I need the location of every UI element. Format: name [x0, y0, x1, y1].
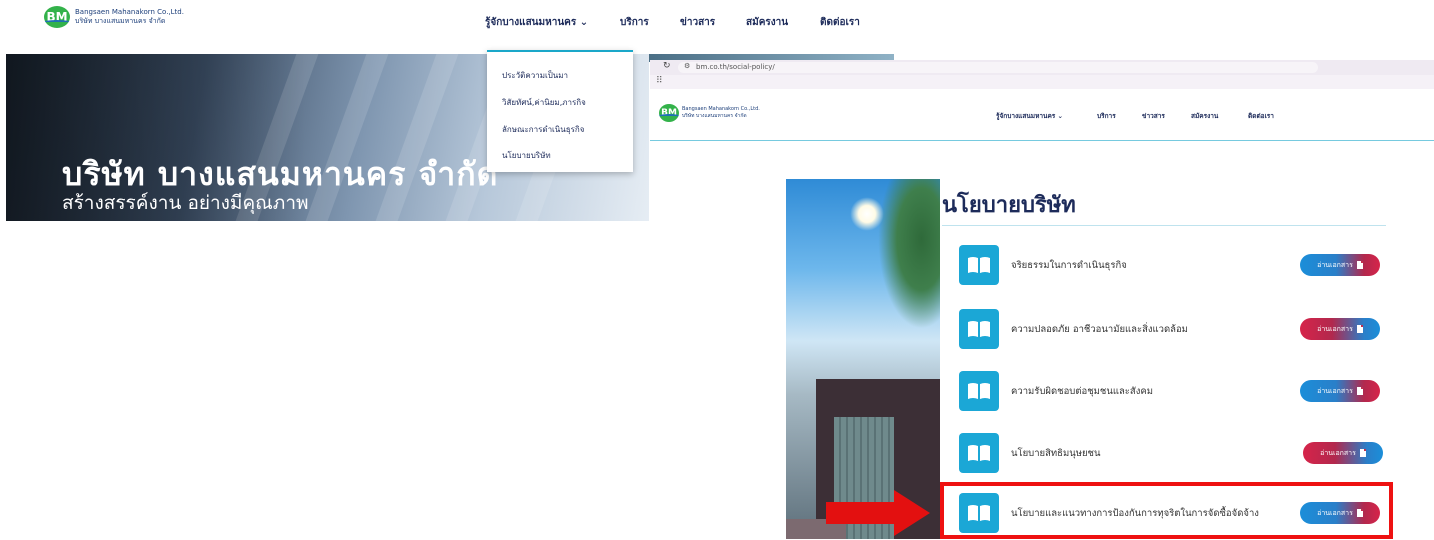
policy-item: ความรับผิดชอบต่อชุมชนและสังคม อ่านเอกสาร	[943, 364, 1386, 418]
logo-name-en: Bangsaen Mahanakorn Co.,Ltd.	[75, 8, 184, 16]
read-document-label: อ่านเอกสาร	[1317, 260, 1353, 269]
nav-divider	[650, 140, 1434, 141]
nav2-item-careers[interactable]: สมัครงาน	[1191, 111, 1218, 121]
nav-item-contact[interactable]: ติดต่อเรา	[820, 15, 860, 30]
read-document-button[interactable]: อ่านเอกสาร	[1300, 318, 1380, 340]
nav-item-careers[interactable]: สมัครงาน	[746, 15, 788, 30]
nav2-item-about[interactable]: รู้จักบางแสนมหานคร ⌄	[996, 111, 1063, 121]
nav-item-news[interactable]: ข่าวสาร	[680, 15, 715, 30]
browser-window: ↻ ⚙ bm.co.th/social-policy/ ⠿ BM Bangsae…	[650, 60, 1434, 142]
policy-item: จริยธรรมในการดำเนินธุรกิจ อ่านเอกสาร	[943, 238, 1386, 292]
policy-label[interactable]: นโยบายสิทธิมนุษยชน	[1011, 446, 1100, 461]
book-icon	[959, 371, 999, 411]
nav2-item-news[interactable]: ข่าวสาร	[1142, 111, 1165, 121]
about-dropdown-menu: ประวัติความเป็นมา วิสัยทัศน์,ค่านิยม,ภาร…	[487, 50, 633, 172]
url-field[interactable]: ⚙ bm.co.th/social-policy/	[678, 62, 1318, 73]
logo-name-th-small: บริษัท บางแสนมหานคร จำกัด	[682, 113, 747, 119]
policy-label[interactable]: ความรับผิดชอบต่อชุมชนและสังคม	[1011, 384, 1153, 399]
book-icon	[959, 309, 999, 349]
document-icon	[1356, 261, 1363, 269]
bm-logo-mark-small: BM	[659, 104, 679, 122]
read-document-button[interactable]: อ่านเอกสาร	[1300, 254, 1380, 276]
logo-name-en-small: Bangsaen Mahanakorn Co.,Ltd.	[682, 106, 760, 112]
logo-text-small: Bangsaen Mahanakorn Co.,Ltd. บริษัท บางแ…	[682, 106, 760, 120]
document-icon	[1356, 387, 1363, 395]
nav-item-about[interactable]: รู้จักบางแสนมหานคร ⌄	[485, 15, 588, 30]
site-info-icon[interactable]: ⚙	[684, 62, 690, 70]
read-document-button[interactable]: อ่านเอกสาร	[1300, 380, 1380, 402]
document-icon	[1359, 449, 1366, 457]
nav-item-services[interactable]: บริการ	[620, 15, 649, 30]
hero-subtitle: สร้างสรรค์งาน อย่างมีคุณภาพ	[62, 192, 309, 214]
building-photo	[786, 179, 940, 539]
bm-logo-mark: BM	[44, 6, 70, 28]
red-arrow	[826, 502, 896, 524]
policy-item: นโยบายสิทธิมนุษยชน อ่านเอกสาร	[943, 426, 1386, 480]
url-text: bm.co.th/social-policy/	[696, 63, 775, 71]
dropdown-item-business[interactable]: ลักษณะการดำเนินธุรกิจ	[502, 123, 584, 136]
document-icon	[1356, 325, 1363, 333]
logo-name-th: บริษัท บางแสนมหานคร จำกัด	[75, 17, 166, 25]
policy-item: ความปลอดภัย อาชีวอนามัยและสิ่งแวดล้อม อ่…	[943, 302, 1386, 356]
dropdown-item-vision[interactable]: วิสัยทัศน์,ค่านิยม,ภารกิจ	[502, 96, 586, 109]
reload-icon[interactable]: ↻	[663, 61, 671, 71]
read-document-button[interactable]: อ่านเอกสาร	[1303, 442, 1383, 464]
highlight-box	[940, 482, 1393, 539]
bookmarks-bar: ⠿	[650, 75, 1434, 89]
policy-label[interactable]: ความปลอดภัย อาชีวอนามัยและสิ่งแวดล้อม	[1011, 322, 1188, 337]
address-bar: ↻ ⚙ bm.co.th/social-policy/	[650, 60, 1434, 75]
dropdown-item-policy[interactable]: นโยบายบริษัท	[502, 149, 551, 162]
book-icon	[959, 245, 999, 285]
nav2-item-services[interactable]: บริการ	[1097, 111, 1116, 121]
policy-label[interactable]: จริยธรรมในการดำเนินธุรกิจ	[1011, 258, 1127, 273]
title-divider	[942, 225, 1386, 226]
site-logo[interactable]: BM Bangsaen Mahanakorn Co.,Ltd. บริษัท บ…	[44, 6, 184, 28]
page-title: นโยบายบริษัท	[942, 193, 1076, 218]
red-arrow-head	[894, 490, 930, 536]
book-icon	[959, 433, 999, 473]
apps-icon[interactable]: ⠿	[656, 76, 663, 86]
nav2-item-contact[interactable]: ติดต่อเรา	[1248, 111, 1274, 121]
logo-text: Bangsaen Mahanakorn Co.,Ltd. บริษัท บางแ…	[75, 8, 184, 26]
read-document-label: อ่านเอกสาร	[1317, 324, 1353, 333]
read-document-label: อ่านเอกสาร	[1317, 386, 1353, 395]
site-logo-small[interactable]: BM Bangsaen Mahanakorn Co.,Ltd. บริษัท บ…	[659, 104, 760, 122]
read-document-label: อ่านเอกสาร	[1320, 448, 1356, 457]
dropdown-item-history[interactable]: ประวัติความเป็นมา	[502, 69, 568, 82]
